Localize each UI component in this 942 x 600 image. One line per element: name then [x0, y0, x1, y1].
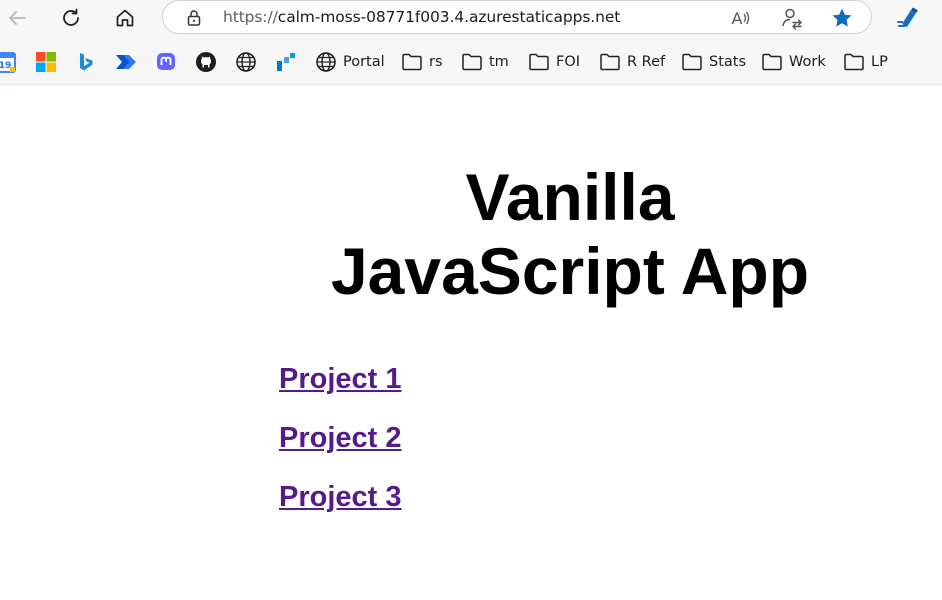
address-url[interactable]: https://calm-moss-08771f003.4.azurestati… [223, 8, 620, 26]
bookmark-folder-work[interactable]: Work [761, 50, 826, 74]
bookmark-folder-tm[interactable]: tm [461, 50, 509, 74]
bookmark-bing[interactable] [76, 50, 96, 74]
back-button[interactable] [2, 4, 32, 32]
bookmarks-bar: 19 Portal rs tm FOI R Ref Stats Work LP [0, 38, 942, 85]
bookmark-portal[interactable]: Portal [315, 50, 385, 74]
project-1-link[interactable]: Project 1 [279, 363, 402, 396]
home-icon [116, 9, 134, 27]
kusto-icon [277, 53, 295, 71]
bing-logo-icon [80, 53, 93, 71]
url-scheme: https:// [223, 8, 278, 26]
refresh-button[interactable] [56, 4, 86, 32]
favorite-button[interactable] [830, 6, 854, 30]
refresh-icon [63, 8, 79, 26]
bookmark-calendar[interactable]: 19 [0, 50, 16, 74]
address-bar[interactable]: https://calm-moss-08771f003.4.azurestati… [162, 0, 872, 34]
calendar-day: 19 [0, 61, 11, 71]
bookmark-label: R Ref [627, 54, 666, 70]
project-3-link[interactable]: Project 3 [279, 481, 402, 514]
bookmark-label: LP [871, 54, 888, 70]
read-aloud-icon: A [731, 8, 743, 28]
profile-share-button[interactable] [780, 6, 804, 30]
browser-toolbar: https://calm-moss-08771f003.4.azurestati… [0, 0, 942, 38]
copilot-button[interactable] [893, 4, 923, 32]
bookmark-github[interactable] [195, 50, 217, 74]
bookmark-folder-rs[interactable]: rs [401, 50, 443, 74]
sound-wave-icon [743, 11, 750, 25]
bookmark-mastodon[interactable] [155, 50, 177, 74]
bookmark-label: tm [489, 54, 509, 70]
pen-icon [897, 7, 918, 27]
folder-icon [402, 53, 422, 71]
folder-icon [682, 53, 702, 71]
bookmark-label: Stats [709, 54, 747, 70]
page-title: Vanilla JavaScript App [270, 160, 870, 308]
power-automate-icon [116, 55, 136, 69]
bookmark-microsoft[interactable] [35, 50, 57, 74]
bookmark-power-automate[interactable] [114, 50, 138, 74]
project-2-link[interactable]: Project 2 [279, 422, 402, 455]
bookmark-globe[interactable] [235, 50, 257, 74]
bookmark-label: Portal [343, 54, 385, 70]
lock-icon [185, 9, 203, 32]
page-title-line2: JavaScript App [330, 234, 810, 308]
bookmark-label: rs [429, 54, 443, 70]
mastodon-icon [157, 53, 175, 70]
back-arrow-icon [9, 11, 26, 25]
folder-icon [762, 53, 782, 71]
bookmark-folder-stats[interactable]: Stats [681, 50, 746, 74]
globe-icon [316, 52, 336, 72]
read-aloud-button[interactable]: A [729, 6, 753, 30]
folder-icon [844, 53, 864, 71]
calendar-icon: 19 [0, 52, 16, 73]
globe-icon [236, 52, 256, 72]
bookmark-folder-lp[interactable]: LP [843, 50, 888, 74]
home-button[interactable] [110, 4, 140, 32]
url-host: calm-moss-08771f003.4.azurestaticapps.ne… [277, 8, 621, 26]
microsoft-logo-icon [36, 52, 56, 72]
bookmark-kusto[interactable] [275, 50, 297, 74]
bookmark-label: FOI [556, 54, 581, 70]
folder-icon [462, 53, 482, 71]
bookmark-label: Work [789, 54, 826, 70]
star-filled-icon [832, 8, 852, 27]
folder-icon [600, 53, 620, 71]
bookmark-folder-r-ref[interactable]: R Ref [599, 50, 665, 74]
folder-icon [529, 53, 549, 71]
bookmark-folder-foi[interactable]: FOI [528, 50, 580, 74]
person-sync-icon [782, 8, 802, 30]
github-icon [196, 52, 216, 72]
page-title-line1: Vanilla [465, 160, 675, 234]
